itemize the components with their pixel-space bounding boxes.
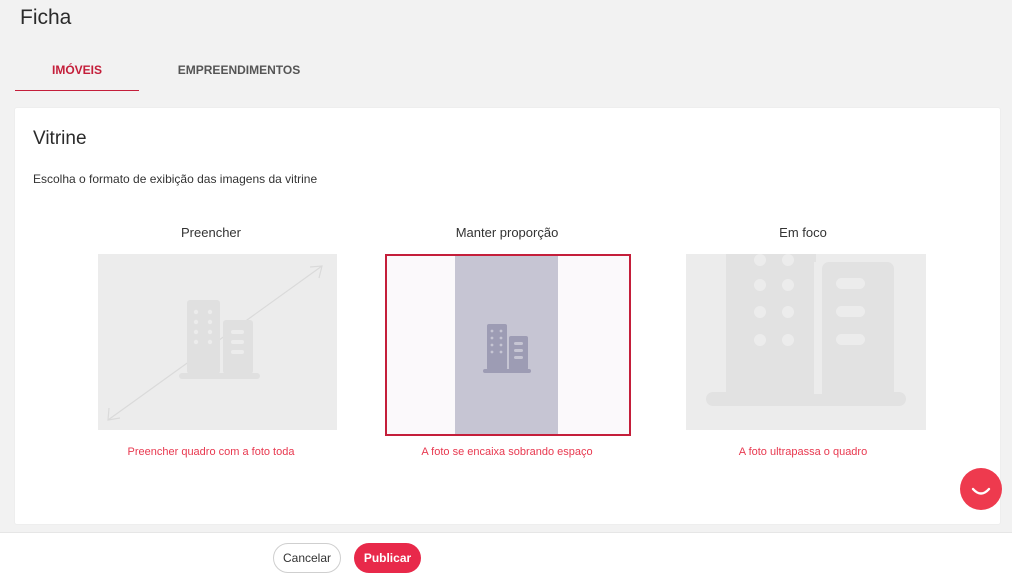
publish-button[interactable]: Publicar bbox=[354, 543, 421, 573]
option-caption: A foto ultrapassa o quadro bbox=[738, 446, 868, 458]
building-icon bbox=[706, 254, 906, 406]
preview-frame-em-foco[interactable] bbox=[686, 254, 926, 430]
section-title: Vitrine bbox=[33, 128, 87, 149]
option-label: Manter proporção bbox=[455, 225, 559, 240]
footer-bar: Cancelar Publicar bbox=[0, 532, 1012, 581]
chat-icon bbox=[971, 487, 991, 495]
building-icon bbox=[483, 324, 531, 373]
vitrine-card: Vitrine Escolha o formato de exibição da… bbox=[15, 108, 1000, 524]
page-title: Ficha bbox=[20, 6, 72, 29]
option-label: Preencher bbox=[181, 225, 241, 240]
image-area bbox=[455, 256, 558, 434]
option-preencher[interactable]: Preencher Preencher quadro com a foto to… bbox=[86, 224, 337, 458]
section-description: Escolha o formato de exibição das imagen… bbox=[33, 172, 318, 186]
preview-frame-manter-proporcao[interactable] bbox=[385, 254, 631, 436]
chat-button[interactable] bbox=[960, 468, 1002, 510]
diagonal-resize-icon bbox=[107, 265, 323, 421]
preview-frame-preencher[interactable] bbox=[98, 254, 337, 430]
tab-imoveis[interactable]: IMÓVEIS bbox=[15, 58, 139, 91]
option-label: Em foco bbox=[779, 225, 827, 240]
tab-empreendimentos[interactable]: EMPREENDIMENTOS bbox=[165, 58, 313, 90]
tab-bar: IMÓVEIS EMPREENDIMENTOS bbox=[15, 58, 345, 91]
option-em-foco[interactable]: Em foco A foto ultrapassa o quadro bbox=[678, 224, 928, 458]
option-caption: A foto se encaixa sobrando espaço bbox=[421, 446, 593, 458]
option-manter-proporcao[interactable]: Manter proporção A foto se encaixa sobra… bbox=[382, 224, 632, 458]
building-icon bbox=[179, 300, 260, 379]
cancel-button[interactable]: Cancelar bbox=[273, 543, 341, 573]
option-caption: Preencher quadro com a foto toda bbox=[127, 446, 295, 458]
